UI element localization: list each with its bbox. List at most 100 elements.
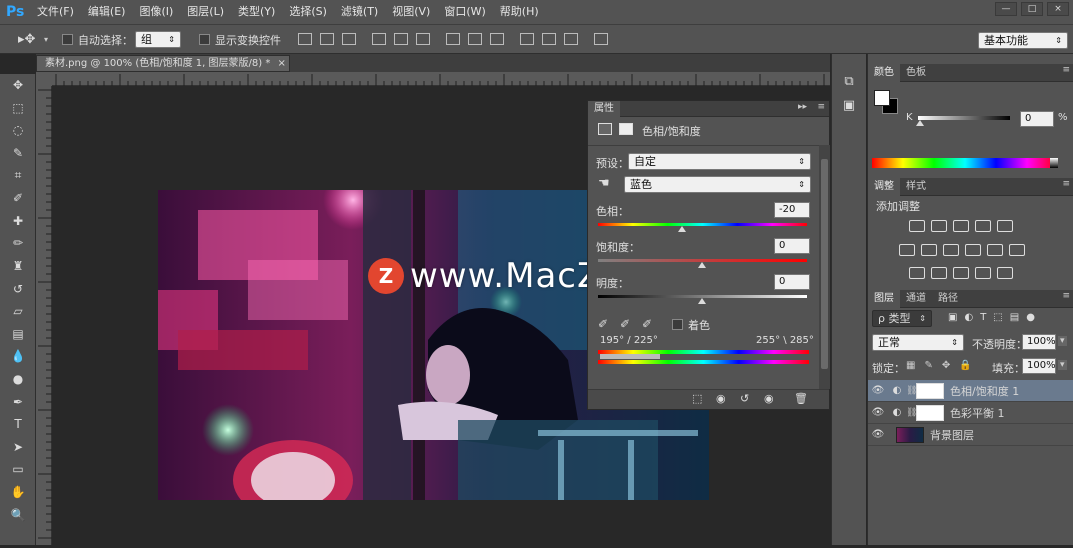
layer-mask-thumbnail[interactable] <box>916 404 944 421</box>
layer-row-background[interactable]: 👁 背景图层 <box>868 424 1073 446</box>
tab-color[interactable]: 颜色 <box>868 64 900 82</box>
menu-edit[interactable]: 编辑(E) <box>81 0 133 24</box>
smart-object-filter-icon[interactable]: ▤ <box>1010 312 1019 323</box>
channel-dropdown[interactable]: 蓝色 ⇕ <box>624 176 811 193</box>
menu-window[interactable]: 窗口(W) <box>437 0 492 24</box>
fill-dropdown-icon[interactable]: ▾ <box>1058 360 1067 370</box>
tab-swatches[interactable]: 色板 <box>900 64 932 82</box>
eyedropper-icon[interactable]: ✐ <box>598 317 608 331</box>
pen-tool-icon[interactable]: ✒ <box>0 390 36 413</box>
align-hcenter-icon[interactable] <box>394 33 408 45</box>
layer-name[interactable]: 色彩平衡 1 <box>950 405 1005 421</box>
pixel-filter-icon[interactable]: ▣ <box>948 312 957 323</box>
chevron-down-icon[interactable]: ▾ <box>44 35 48 44</box>
path-select-tool-icon[interactable]: ➤ <box>0 436 36 459</box>
tab-paths[interactable]: 路径 <box>932 290 964 308</box>
hue-saturation-icon[interactable] <box>899 244 915 256</box>
menu-view[interactable]: 视图(V) <box>385 0 437 24</box>
menu-type[interactable]: 类型(Y) <box>231 0 282 24</box>
saturation-value-input[interactable]: 0 <box>774 238 810 254</box>
color-balance-icon[interactable] <box>921 244 937 256</box>
photo-filter-icon[interactable] <box>965 244 981 256</box>
blend-mode-dropdown[interactable]: 正常 ⇕ <box>872 334 964 351</box>
zoom-tool-icon[interactable]: 🔍 <box>0 503 36 526</box>
tab-channels[interactable]: 通道 <box>900 290 932 308</box>
layer-filter-dropdown[interactable]: ρ 类型 ⇕ <box>872 310 932 327</box>
shape-tool-icon[interactable]: ▭ <box>0 458 36 481</box>
adjustment-filter-icon[interactable]: ◐ <box>964 312 973 323</box>
menu-file[interactable]: 文件(F) <box>30 0 81 24</box>
hue-slider-track[interactable] <box>598 223 807 226</box>
shape-filter-icon[interactable]: ⬚ <box>993 312 1002 323</box>
preset-dropdown[interactable]: 自定 ⇕ <box>628 153 811 170</box>
layer-row-hue-saturation[interactable]: 👁 ◐ ⛓ 色相/饱和度 1 <box>868 380 1073 402</box>
trash-icon[interactable]: 🗑 <box>794 392 808 405</box>
k-slider-track[interactable] <box>918 116 1010 120</box>
adjustment-icon[interactable] <box>598 123 612 135</box>
eraser-tool-icon[interactable]: ▱ <box>0 300 36 323</box>
foreground-color-swatch[interactable] <box>874 90 890 106</box>
tab-layers[interactable]: 图层 <box>868 290 900 308</box>
gradient-map-icon[interactable] <box>997 267 1013 279</box>
lightness-slider-thumb[interactable] <box>698 298 706 304</box>
type-tool-icon[interactable]: T <box>0 413 36 436</box>
distribute-hcenter-icon[interactable] <box>542 33 556 45</box>
gradient-tool-icon[interactable]: ▤ <box>0 323 36 346</box>
menu-layer[interactable]: 图层(L) <box>180 0 231 24</box>
hue-slider-thumb[interactable] <box>678 226 686 232</box>
panel-menu-icon[interactable]: ≡ <box>1062 291 1070 301</box>
history-panel-icon[interactable]: ⧉ <box>837 74 861 94</box>
visibility-eye-icon[interactable]: 👁 <box>868 385 888 396</box>
saturation-slider-thumb[interactable] <box>698 262 706 268</box>
mask-icon[interactable] <box>619 123 633 135</box>
menu-help[interactable]: 帮助(H) <box>493 0 546 24</box>
color-spectrum-bar[interactable] <box>872 158 1058 168</box>
selective-color-icon[interactable] <box>975 267 991 279</box>
hue-value-input[interactable]: -20 <box>774 202 810 218</box>
align-left-icon[interactable] <box>372 33 386 45</box>
layer-mask-thumbnail[interactable] <box>916 382 944 399</box>
invert-icon[interactable] <box>909 267 925 279</box>
brightness-contrast-icon[interactable] <box>909 220 925 232</box>
menu-select[interactable]: 选择(S) <box>282 0 334 24</box>
close-tab-icon[interactable]: × <box>278 58 286 69</box>
link-icon[interactable]: ⛓ <box>906 408 917 418</box>
lasso-tool-icon[interactable]: ◌ <box>0 119 36 142</box>
minimize-button[interactable]: — <box>995 2 1017 16</box>
link-icon[interactable]: ⛓ <box>906 386 917 396</box>
workspace-dropdown[interactable]: 基本功能 ⇕ <box>978 32 1068 49</box>
targeted-adjust-hand-icon[interactable]: ☚ <box>598 176 610 191</box>
distribute-right-icon[interactable] <box>564 33 578 45</box>
curves-icon[interactable] <box>953 220 969 232</box>
align-right-icon[interactable] <box>416 33 430 45</box>
filter-toggle-icon[interactable]: ● <box>1026 312 1035 323</box>
lock-all-icon[interactable]: 🔒 <box>959 360 971 371</box>
levels-icon[interactable] <box>931 220 947 232</box>
eyedropper-plus-icon[interactable]: ✐ <box>620 317 630 331</box>
collapse-icon[interactable]: ▸▸ <box>798 102 807 112</box>
brush-tool-icon[interactable]: ✏ <box>0 232 36 255</box>
marquee-tool-icon[interactable]: ⬚ <box>0 97 36 120</box>
fill-input[interactable]: 100% <box>1022 358 1056 374</box>
view-previous-icon[interactable]: ◉ <box>716 392 726 405</box>
type-filter-icon[interactable]: T <box>980 312 986 323</box>
document-tab[interactable]: 素材.png @ 100% (色相/饱和度 1, 图层蒙版/8) * × <box>36 55 290 72</box>
move-tool-icon[interactable]: ✥ <box>0 74 36 97</box>
menu-image[interactable]: 图像(I) <box>132 0 180 24</box>
posterize-icon[interactable] <box>931 267 947 279</box>
move-tool-icon[interactable]: ▸✥ <box>18 32 35 47</box>
distribute-top-icon[interactable] <box>446 33 460 45</box>
distribute-vcenter-icon[interactable] <box>468 33 482 45</box>
crop-tool-icon[interactable]: ⌗ <box>0 164 36 187</box>
clone-stamp-tool-icon[interactable]: ♜ <box>0 255 36 278</box>
k-slider-thumb[interactable] <box>916 120 924 126</box>
lightness-value-input[interactable]: 0 <box>774 274 810 290</box>
align-vcenter-icon[interactable] <box>320 33 334 45</box>
tab-styles[interactable]: 样式 <box>900 178 932 196</box>
layer-thumbnail[interactable] <box>896 426 924 443</box>
auto-select-dropdown[interactable]: 组 ⇕ <box>135 31 181 48</box>
lock-position-icon[interactable]: ✥ <box>942 360 950 371</box>
auto-align-icon[interactable] <box>594 33 608 45</box>
visibility-icon[interactable]: ◉ <box>764 392 774 405</box>
align-bottom-icon[interactable] <box>342 33 356 45</box>
